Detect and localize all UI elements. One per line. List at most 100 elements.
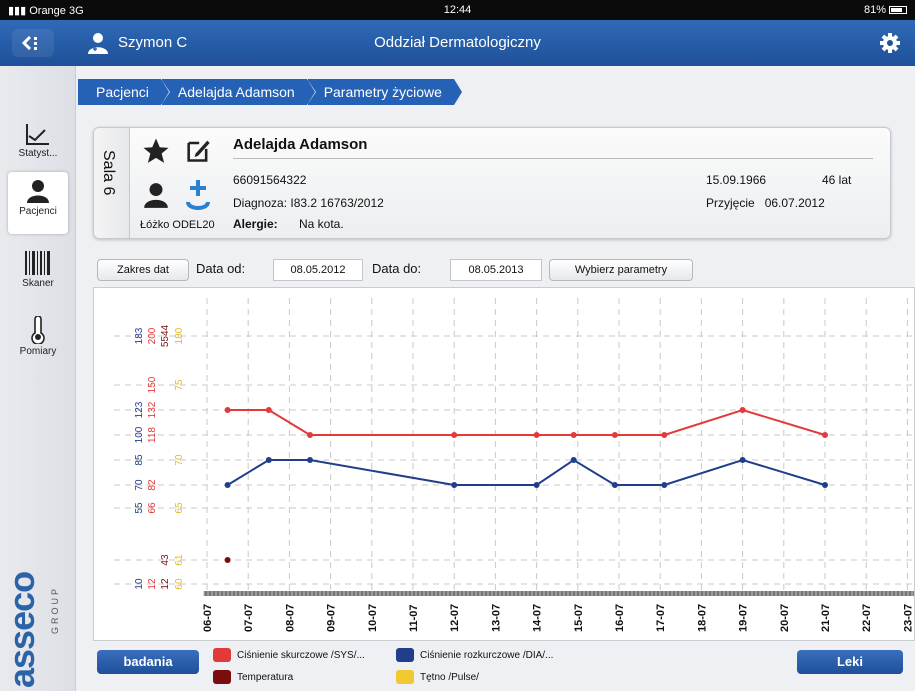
data-point	[533, 432, 540, 438]
legend-label: Ciśnienie rozkurczowe /DIA/...	[420, 649, 554, 661]
star-icon[interactable]	[141, 136, 171, 166]
svg-text:GROUP: GROUP	[50, 586, 60, 634]
department-title: Oddział Dermatologiczny	[374, 34, 541, 51]
y-tick-label: 150	[147, 376, 158, 393]
sidebar-item-scanner[interactable]: Skaner	[8, 244, 68, 306]
y-tick-label: 183	[134, 327, 145, 344]
chart-svg: 06-07 07-07 08-07 09-07 10-07 11-07 12-07 13-07…	[114, 298, 914, 632]
select-parameters-button[interactable]: Wybierz parametry	[549, 259, 693, 281]
y-tick-label: 61	[174, 554, 185, 566]
data-point	[611, 482, 618, 488]
x-tick-label: 06-07	[202, 604, 214, 632]
data-point	[265, 407, 272, 413]
add-record-icon[interactable]	[184, 178, 212, 212]
thermometer-icon	[31, 316, 45, 344]
breadcrumb-item-vitals[interactable]: Parametry życiowe	[307, 79, 463, 105]
sidebar-item-label: Pomiary	[19, 346, 57, 357]
data-point	[611, 432, 618, 438]
data-point	[451, 482, 458, 488]
admission: Przyjęcie 06.07.2012	[706, 196, 825, 210]
sidebar-item-statistics[interactable]: Statyst...	[8, 116, 68, 178]
from-label: Data od:	[196, 261, 246, 276]
room-tab[interactable]: Sala 6	[94, 128, 130, 238]
legend-label: Temperatura	[237, 671, 294, 683]
sidebar-item-patients[interactable]: Pacjenci	[8, 172, 68, 234]
admission-date: 06.07.2012	[764, 196, 825, 210]
breadcrumb-item-patient[interactable]: Adelajda Adamson	[161, 79, 316, 105]
breadcrumb-item-patients[interactable]: Pacjenci	[78, 79, 170, 105]
edit-icon[interactable]	[184, 136, 212, 164]
breadcrumb-separator	[160, 79, 170, 105]
patient-age: 46 lat	[822, 173, 852, 187]
diagnosis-value: I83.2 16763/2012	[290, 196, 384, 210]
y-tick-label: 118	[147, 427, 158, 443]
breadcrumb-label: Parametry życiowe	[323, 84, 442, 100]
leki-button[interactable]: Leki	[797, 650, 903, 674]
patient-name: Adelajda Adamson	[233, 136, 368, 153]
badania-button[interactable]: badania	[97, 650, 199, 674]
status-time: 12:44	[443, 4, 472, 16]
settings-button[interactable]	[875, 29, 905, 57]
legend-label: Tętno /Pulse/	[420, 671, 479, 683]
status-bar: ▮▮▮ Orange 3G 12:44 81%	[0, 0, 915, 20]
y-tick-label: 70	[134, 479, 145, 491]
y-tick-label: 55	[134, 502, 145, 514]
sidebar-item-label: Skaner	[22, 278, 54, 289]
data-point	[533, 482, 540, 488]
series-line	[227, 458, 826, 486]
chart-icon	[26, 124, 49, 145]
battery-percent: 81%	[863, 4, 886, 16]
y-tick-label: 60	[174, 578, 185, 590]
allergies-label: Alergie:	[233, 217, 278, 231]
x-tick-label: 20-07	[779, 604, 791, 632]
series-line	[227, 408, 826, 436]
sidebar-item-measurements[interactable]: Pomiary	[8, 310, 68, 372]
app-root: ▮▮▮ Orange 3G 12:44 81% Szymon C Oddział…	[0, 0, 915, 691]
legend-label: Ciśnienie skurczowe /SYS/...	[237, 649, 365, 661]
legend-swatch	[396, 670, 414, 684]
gear-icon	[880, 33, 900, 53]
x-tick-label: 16-07	[614, 604, 626, 632]
sidebar-item-label: Statyst...	[18, 148, 58, 159]
y-tick-label: 12	[160, 578, 171, 590]
admission-label: Przyjęcie	[706, 196, 755, 210]
data-point	[739, 407, 746, 413]
breadcrumb-label: Pacjenci	[96, 84, 149, 100]
data-point	[224, 482, 231, 488]
y-tick-label: 200	[147, 327, 158, 344]
x-tick-label: 07-07	[243, 604, 255, 632]
diagnosis-label: Diagnoza:	[233, 196, 288, 210]
date-range-button[interactable]: Zakres dat	[97, 259, 189, 281]
diagnosis: Diagnoza: I83.2 16763/2012	[233, 196, 384, 210]
to-label: Data do:	[372, 261, 422, 276]
room-label: Sala 6	[100, 150, 117, 196]
data-point	[822, 482, 828, 488]
from-date-field[interactable]: 08.05.2012	[273, 259, 363, 281]
asseco-logo: asseco GROUP	[4, 572, 60, 688]
data-point	[661, 432, 668, 438]
data-point	[570, 457, 577, 463]
x-tick-label: 10-07	[367, 604, 379, 632]
y-tick-label: 66	[147, 502, 158, 514]
barcode-icon	[25, 251, 50, 275]
y-tick-label: 123	[134, 401, 145, 418]
legend-item-temp: Temperatura	[213, 670, 293, 684]
vitals-chart: 06-07 07-07 08-07 09-07 10-07 11-07 12-07 13-07…	[93, 287, 915, 641]
x-tick-label: 15-07	[573, 604, 585, 632]
person-icon	[27, 180, 49, 203]
x-tick-label: 13-07	[490, 604, 502, 632]
breadcrumb-separator	[306, 79, 316, 105]
y-tick-label: 100	[134, 426, 145, 443]
x-tick-label: 11-07	[408, 604, 420, 632]
y-tick-label: 180	[174, 327, 185, 344]
sidebar: Statyst... Pacjenci Skaner Pomiary assec…	[0, 66, 76, 691]
y-tick-label: 132	[147, 401, 158, 418]
to-date-field[interactable]: 08.05.2013	[450, 259, 542, 281]
y-tick-label: 65	[174, 502, 185, 514]
x-tick-label: 18-07	[696, 604, 708, 632]
data-point	[307, 432, 313, 438]
legend-swatch	[396, 648, 414, 662]
legend-item-pulse: Tętno /Pulse/	[396, 670, 479, 684]
y-tick-label: 10	[134, 578, 145, 590]
x-tick-label: 08-07	[284, 604, 296, 632]
